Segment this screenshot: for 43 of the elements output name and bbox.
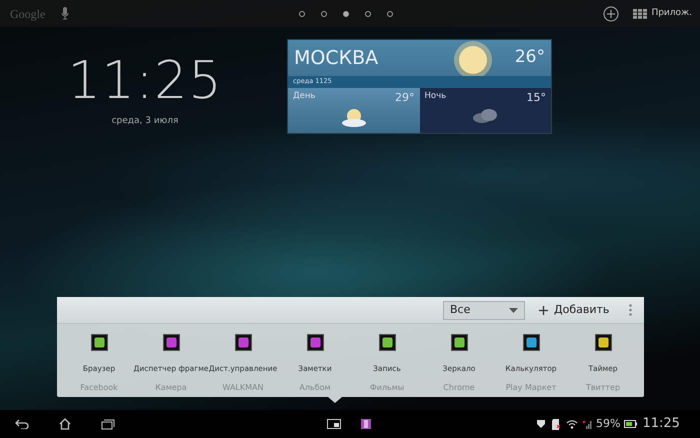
battery-icon	[624, 420, 638, 428]
more-options-icon[interactable]	[629, 304, 632, 316]
clock-date: среда, 3 июля	[112, 115, 178, 128]
sun-cloud-icon	[340, 106, 368, 128]
signal-icon	[582, 419, 592, 429]
app-icon[interactable]	[162, 334, 180, 351]
back-icon[interactable]	[15, 419, 29, 429]
add-button[interactable]: Добавить	[539, 302, 610, 318]
app-icon[interactable]	[378, 334, 396, 351]
page-indicator-dot[interactable]	[321, 10, 328, 16]
day-temperature: 29°	[395, 90, 414, 106]
page-indicator-dot[interactable]	[365, 10, 372, 16]
add-icon	[539, 306, 548, 314]
filter-dropdown[interactable]: Все	[443, 300, 525, 320]
wifi-icon	[566, 419, 578, 429]
clock-time: 11:25	[68, 55, 222, 107]
shield-icon	[536, 419, 546, 429]
app-icon[interactable]	[90, 334, 108, 351]
recent-apps-icon[interactable]	[101, 418, 115, 430]
current-temperature: 26°	[514, 46, 545, 70]
sd-card-icon	[551, 418, 561, 430]
battery-percentage: 59%	[596, 416, 620, 432]
page-indicator-dot[interactable]	[387, 10, 394, 16]
app-icon[interactable]	[306, 334, 324, 351]
app-icon[interactable]	[594, 334, 612, 351]
page-indicator-dot[interactable]	[343, 10, 350, 16]
cloud-icon	[471, 106, 500, 124]
day-label: День	[293, 90, 316, 103]
app-grid-icon[interactable]	[633, 8, 648, 18]
microphone-icon[interactable]	[61, 7, 70, 20]
home-icon[interactable]	[59, 418, 71, 430]
app-icon[interactable]	[234, 334, 252, 351]
status-time: 11:25	[642, 415, 680, 434]
page-indicator-dot[interactable]	[299, 10, 306, 16]
caret-icon	[509, 308, 518, 312]
app-icon[interactable]	[450, 334, 468, 351]
night-temperature: 15°	[526, 90, 546, 106]
night-label: Ночь	[424, 90, 446, 103]
city-name: МОСКВА	[294, 46, 378, 71]
apps-label[interactable]: Прилож.	[651, 6, 692, 20]
small-apps-icon[interactable]	[327, 419, 341, 429]
app-icon[interactable]	[522, 334, 540, 351]
add-icon[interactable]	[603, 6, 620, 22]
